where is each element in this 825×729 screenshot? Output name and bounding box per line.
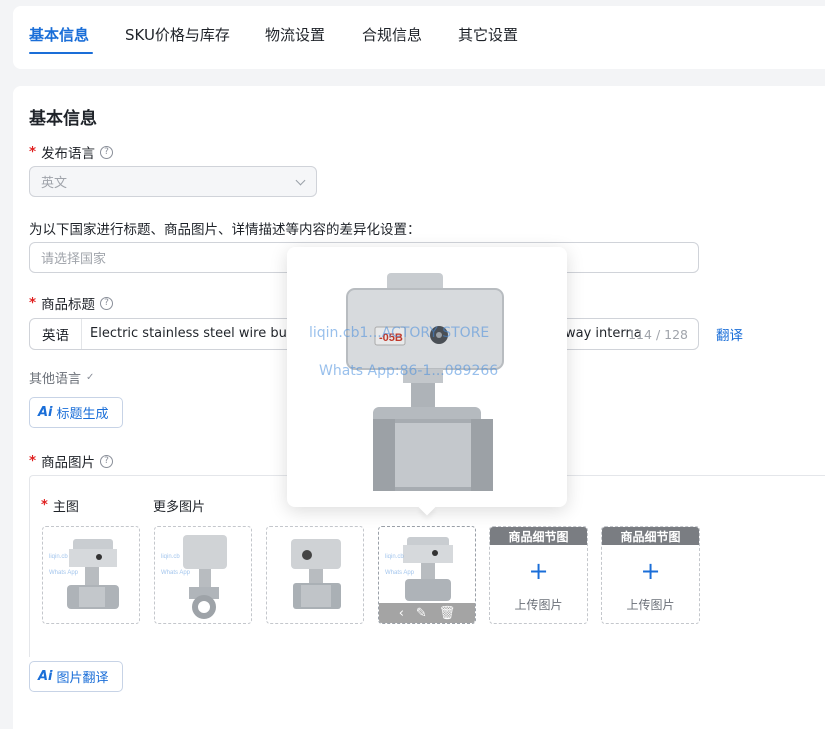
svg-text:Whats App: Whats App <box>161 570 191 576</box>
language-select-value: 英文 <box>41 176 68 191</box>
detail-image-header: 商品细节图 <box>490 527 587 545</box>
pencil-icon[interactable]: ✎ <box>416 606 427 621</box>
upload-label: 上传图片 <box>626 598 675 612</box>
valve-image <box>291 539 341 609</box>
tab-basic-info[interactable]: 基本信息 <box>29 24 89 45</box>
product-image-3[interactable] <box>266 526 364 624</box>
image-preview-popover: -05B liqin.cb1...ACTORY STORE Whats App:… <box>287 247 567 507</box>
translate-link[interactable]: 翻译 <box>716 324 743 344</box>
plus-icon: + <box>640 557 661 585</box>
help-circle-icon[interactable]: ? <box>100 454 114 468</box>
product-image-2[interactable]: liqin.cb Whats App <box>154 526 252 624</box>
required-mark: * <box>29 295 37 311</box>
title-value-head: Electric stainless steel wire buckl <box>90 326 306 341</box>
language-select[interactable]: 英文 <box>29 166 317 197</box>
detail-image-upload-1[interactable]: 商品细节图 + 上传图片 <box>489 526 588 624</box>
ai-icon: Ai <box>38 669 53 684</box>
active-tab-indicator <box>29 52 93 54</box>
product-image-4[interactable]: liqin.cb Whats App ‹ ✎ 🗑 <box>378 526 476 624</box>
detail-image-upload-2[interactable]: 商品细节图 + 上传图片 <box>601 526 700 624</box>
more-images-label: 更多图片 <box>153 500 206 515</box>
images-label: * 商品图片 ? <box>29 451 114 471</box>
tab-bar: 基本信息 SKU价格与库存 物流设置 合规信息 其它设置 <box>13 6 825 69</box>
ai-title-generate-button[interactable]: Ai 标题生成 <box>29 397 123 428</box>
help-circle-icon[interactable]: ? <box>100 145 114 159</box>
tab-other-settings[interactable]: 其它设置 <box>458 24 518 45</box>
country-label: 为以下国家进行标题、商品图片、详情描述等内容的差异化设置： <box>29 222 421 238</box>
required-mark: * <box>29 453 37 469</box>
section-title: 基本信息 <box>29 109 97 129</box>
language-label: * 发布语言 ? <box>29 142 114 162</box>
plus-icon: + <box>528 557 549 585</box>
watermark-line-2: Whats App:86-1...089266 <box>319 363 499 379</box>
svg-text:liqin.cb: liqin.cb <box>161 554 180 560</box>
help-circle-icon[interactable]: ? <box>100 296 114 310</box>
chevron-down-icon <box>295 175 306 186</box>
chevron-left-icon[interactable]: ‹ <box>399 606 404 621</box>
tab-sku-price-stock[interactable]: SKU价格与库存 <box>125 24 230 45</box>
main-image-label: * 主图 <box>41 498 79 515</box>
image-action-bar: ‹ ✎ 🗑 <box>379 603 475 623</box>
required-mark: * <box>29 144 37 160</box>
product-image-main[interactable]: liqin.cb Whats App <box>42 526 140 624</box>
country-select-placeholder: 请选择国家 <box>41 252 107 267</box>
svg-text:liqin.cb: liqin.cb <box>385 554 404 560</box>
other-languages-toggle[interactable]: 其他语言 ✓ <box>29 368 94 387</box>
title-char-counter: 114 / 128 <box>628 327 688 342</box>
upload-label: 上传图片 <box>514 598 563 612</box>
svg-text:Whats App: Whats App <box>49 570 79 576</box>
detail-image-header: 商品细节图 <box>602 527 699 545</box>
tab-compliance[interactable]: 合规信息 <box>362 24 422 45</box>
svg-text:liqin.cb: liqin.cb <box>49 554 68 560</box>
trash-icon[interactable]: 🗑 <box>439 606 456 621</box>
ai-icon: Ai <box>38 405 53 420</box>
chevron-down-icon: ✓ <box>86 372 95 383</box>
tab-logistics[interactable]: 物流设置 <box>265 24 325 45</box>
valve-image: liqin.cb Whats App <box>49 539 119 609</box>
watermark-line-1: liqin.cb1...ACTORY STORE <box>309 325 490 341</box>
svg-text:Whats App: Whats App <box>385 570 415 576</box>
title-language-prefix: 英语 <box>30 319 82 349</box>
valve-image: liqin.cb Whats App <box>161 535 227 619</box>
title-label: * 商品标题 ? <box>29 293 114 313</box>
ai-image-translate-button[interactable]: Ai 图片翻译 <box>29 661 123 692</box>
